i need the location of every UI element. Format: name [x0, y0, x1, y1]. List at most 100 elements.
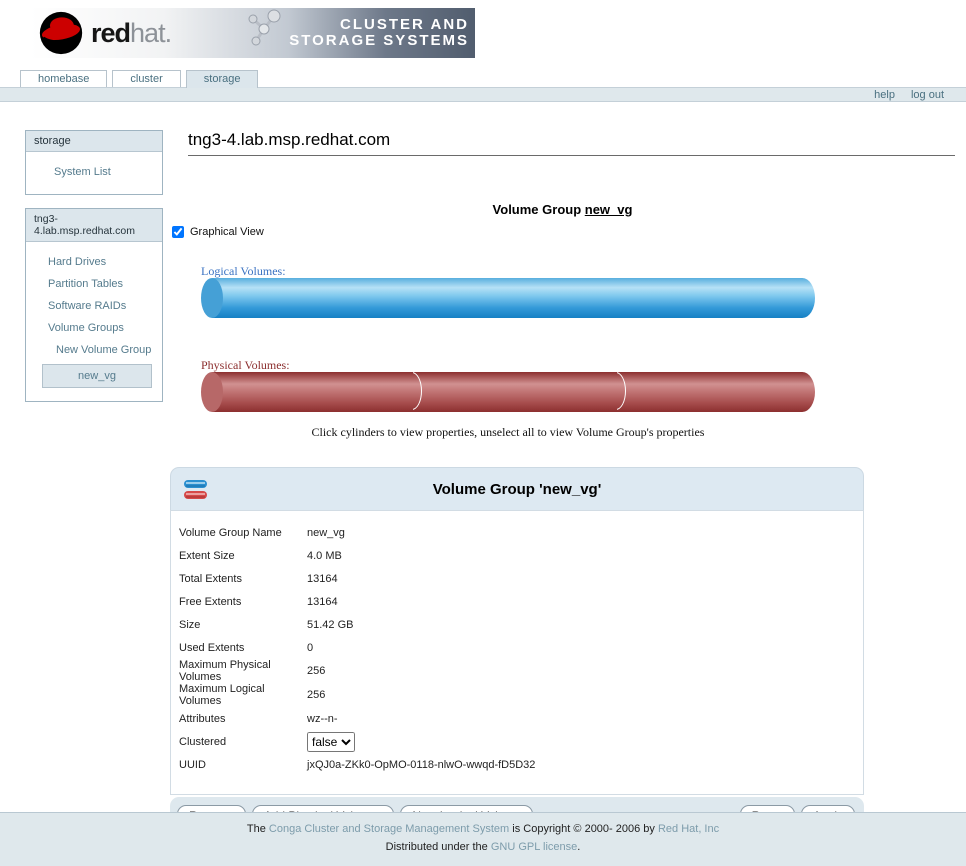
brand-red-text: red [91, 18, 130, 48]
logical-volumes-section: Logical Volumes: [201, 264, 815, 318]
banner-title: CLUSTER AND STORAGE SYSTEMS [289, 17, 469, 49]
physical-volumes-section: Physical Volumes: Click cylinders to vie… [201, 358, 815, 440]
property-value: wz--n- [307, 713, 338, 725]
property-row-uuid: UUID jxQJ0a-ZKk0-OpMO-0118-nlwO-wwqd-fD5… [171, 753, 863, 776]
property-row: Maximum Physical Volumes 256 [171, 659, 863, 683]
page-footer: The Conga Cluster and Storage Management… [0, 812, 966, 866]
property-row: Size 51.42 GB [171, 613, 863, 636]
graphical-view-row: Graphical View [172, 226, 955, 238]
footer-text: . [577, 841, 580, 853]
sidebar-item-partition-tables[interactable]: Partition Tables [26, 273, 162, 295]
properties-card-header: Volume Group 'new_vg' [170, 467, 864, 510]
redhat-link[interactable]: Red Hat, Inc [658, 823, 719, 835]
property-row: Used Extents 0 [171, 636, 863, 659]
property-label: Total Extents [179, 573, 307, 585]
sidebar-host-title: tng3-4.lab.msp.redhat.com [26, 209, 162, 242]
molecule-icon [247, 7, 283, 47]
property-value: 4.0 MB [307, 550, 342, 562]
sidebar-storage-box: storage System List [25, 130, 163, 195]
conga-link[interactable]: Conga Cluster and Storage Management Sys… [269, 823, 509, 835]
sidebar-item-new-vg[interactable]: new_vg [42, 364, 152, 388]
cylinder-caption: Click cylinders to view properties, unse… [201, 425, 815, 440]
sidebar-item-volume-groups[interactable]: Volume Groups [26, 317, 162, 339]
sidebar-item-system-list[interactable]: System List [26, 161, 162, 183]
brand-wordmark: redhat. [91, 18, 171, 49]
footer-copyright-line: The Conga Cluster and Storage Management… [0, 823, 966, 835]
cylinder-gap [170, 318, 955, 358]
sidebar-host-box: tng3-4.lab.msp.redhat.com Hard Drives Pa… [25, 208, 163, 402]
property-value: 256 [307, 665, 325, 677]
content-area: storage System List tng3-4.lab.msp.redha… [0, 130, 966, 834]
redhat-shadowman-icon [38, 10, 84, 56]
volume-group-heading-link[interactable]: new_vg [585, 202, 633, 217]
banner-title-line2: STORAGE SYSTEMS [289, 33, 469, 49]
footer-text: Distributed under the [386, 841, 491, 853]
property-row: Total Extents 13164 [171, 567, 863, 590]
footer-text: is Copyright © 2000- 2006 by [509, 823, 658, 835]
footer-license-line: Distributed under the GNU GPL license. [0, 841, 966, 853]
volume-group-heading-prefix: Volume Group [493, 202, 585, 217]
logical-volumes-label: Logical Volumes: [201, 264, 286, 279]
tab-cluster[interactable]: cluster [112, 70, 180, 87]
property-value: 13164 [307, 596, 338, 608]
property-label: Maximum Logical Volumes [179, 683, 307, 707]
sidebar-item-new-volume-group[interactable]: New Volume Group [26, 339, 162, 361]
cylinder-end-cap [201, 278, 223, 318]
tab-homebase[interactable]: homebase [20, 70, 107, 87]
property-label: Extent Size [179, 550, 307, 562]
graphical-view-checkbox[interactable] [172, 226, 184, 238]
property-row: Free Extents 13164 [171, 590, 863, 613]
sidebar-item-hard-drives[interactable]: Hard Drives [26, 251, 162, 273]
property-value: 0 [307, 642, 313, 654]
volume-group-heading: Volume Group new_vg [170, 202, 955, 217]
logout-link[interactable]: log out [911, 89, 944, 101]
property-label: UUID [179, 759, 307, 771]
physical-volumes-label: Physical Volumes: [201, 358, 290, 373]
property-row: Extent Size 4.0 MB [171, 544, 863, 567]
property-row: Maximum Logical Volumes 256 [171, 683, 863, 707]
properties-card-title: Volume Group 'new_vg' [171, 481, 863, 498]
property-value: jxQJ0a-ZKk0-OpMO-0118-nlwO-wwqd-fD5D32 [307, 759, 535, 771]
cylinder-body [212, 278, 815, 318]
property-label: Clustered [179, 736, 307, 748]
property-value: false [307, 732, 355, 752]
title-rule [188, 155, 955, 156]
sidebar: storage System List tng3-4.lab.msp.redha… [25, 130, 163, 834]
properties-card: Volume Group 'new_vg' Volume Group Name … [170, 467, 864, 834]
cylinder-end-cap [201, 372, 223, 412]
sidebar-item-software-raids[interactable]: Software RAIDs [26, 295, 162, 317]
main-panel: tng3-4.lab.msp.redhat.com Volume Group n… [170, 130, 955, 834]
tab-bar: homebase cluster storage [20, 70, 966, 87]
property-row: Attributes wz--n- [171, 707, 863, 730]
property-value: new_vg [307, 527, 345, 539]
cylinder-body [212, 372, 815, 412]
banner-title-line1: CLUSTER AND [289, 17, 469, 33]
logical-volume-cylinder[interactable] [201, 278, 815, 318]
property-label: Free Extents [179, 596, 307, 608]
redhat-logo: redhat. [30, 10, 171, 56]
property-row-clustered: Clustered false [171, 730, 863, 753]
banner-right: CLUSTER AND STORAGE SYSTEMS [247, 17, 475, 49]
sidebar-storage-title: storage [26, 131, 162, 152]
property-label: Maximum Physical Volumes [179, 659, 307, 683]
page-title: tng3-4.lab.msp.redhat.com [188, 130, 955, 150]
property-label: Used Extents [179, 642, 307, 654]
property-value: 51.42 GB [307, 619, 353, 631]
graphical-view-label: Graphical View [190, 226, 264, 238]
utility-bar: help log out [0, 87, 966, 102]
volume-group-icon [183, 478, 209, 502]
property-label: Attributes [179, 713, 307, 725]
property-row: Volume Group Name new_vg [171, 521, 863, 544]
header-banner: redhat. CLUSTER AND STORAGE SYSTEMS [30, 8, 475, 58]
property-value: 256 [307, 689, 325, 701]
clustered-select[interactable]: false [307, 732, 355, 752]
footer-text: The [247, 823, 269, 835]
gpl-license-link[interactable]: GNU GPL license [491, 841, 577, 853]
brand-hat-text: hat. [130, 18, 171, 48]
properties-card-body: Volume Group Name new_vg Extent Size 4.0… [170, 510, 864, 795]
help-link[interactable]: help [874, 89, 895, 101]
property-label: Size [179, 619, 307, 631]
tab-storage[interactable]: storage [186, 70, 259, 88]
property-value: 13164 [307, 573, 338, 585]
physical-volume-cylinder[interactable] [201, 372, 815, 412]
